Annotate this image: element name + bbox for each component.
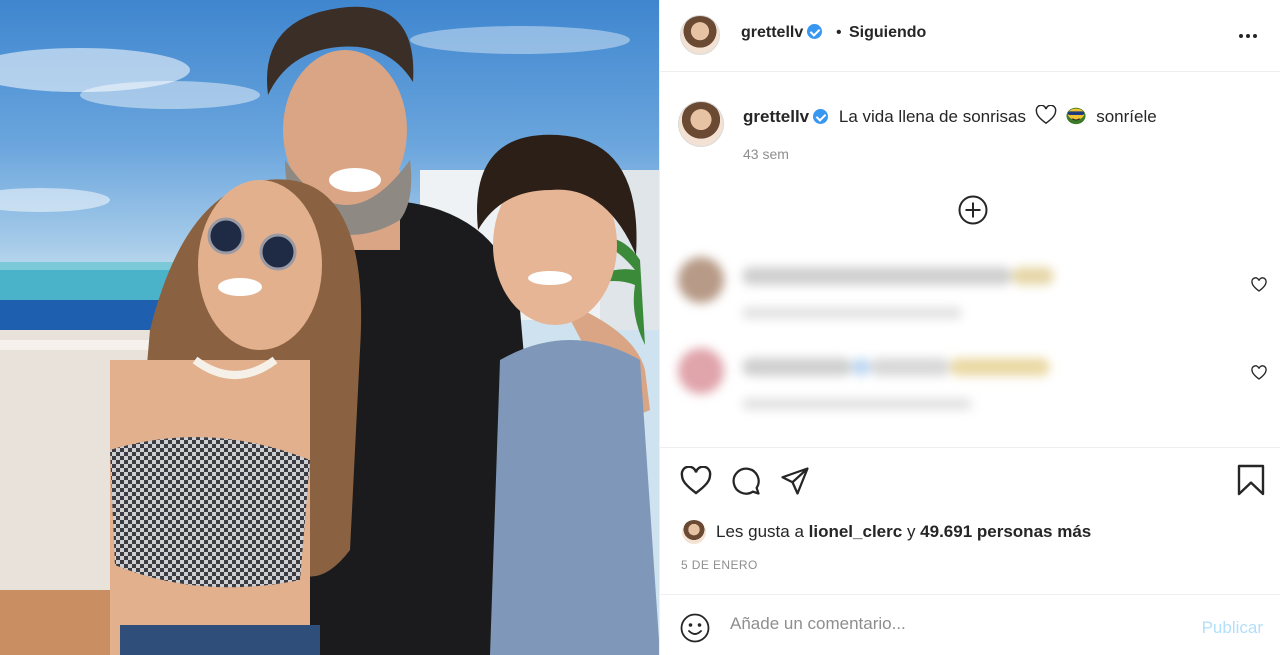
post-date[interactable]: 5 DE ENERO <box>681 558 758 572</box>
author-username[interactable]: grettellv <box>741 24 823 42</box>
author-avatar[interactable] <box>680 15 720 55</box>
blurred-comment-mention <box>852 358 870 376</box>
post-caption: grettellv La vida llena de sonrisas sonr… <box>743 105 1157 128</box>
comment-avatar <box>678 257 724 303</box>
caption-suffix: sonríele <box>1096 107 1157 126</box>
plus-circle-icon[interactable] <box>958 195 988 225</box>
blurred-comment-meta <box>742 307 962 319</box>
author-username-text[interactable]: grettellv <box>741 24 803 41</box>
comment-icon[interactable] <box>730 466 762 496</box>
blurred-comment-text <box>742 267 1012 285</box>
caption-text: La vida llena de sonrisas <box>838 107 1026 126</box>
post-side-panel: grettellv • Siguiendo grettellv La vida … <box>659 0 1280 655</box>
likes-count[interactable]: 49.691 personas más <box>920 522 1091 541</box>
header-separator: • <box>836 24 842 41</box>
add-comment-bar: Publicar <box>660 594 1280 655</box>
more-options-icon[interactable] <box>1239 26 1259 46</box>
liker-avatar[interactable] <box>682 520 706 544</box>
heart-icon[interactable] <box>1251 277 1267 293</box>
verified-badge-icon <box>813 109 829 124</box>
photo-illustration <box>0 6 659 655</box>
publish-button[interactable]: Publicar <box>1202 618 1263 638</box>
comment-input[interactable] <box>730 609 1180 639</box>
likes-prefix: Les gusta a <box>716 522 804 541</box>
heart-icon[interactable] <box>680 466 712 496</box>
liker-username[interactable]: lionel_clerc <box>809 522 903 541</box>
blurred-comment <box>678 257 1268 327</box>
blurred-comment-emoji <box>950 358 1050 376</box>
verified-badge-icon <box>807 24 823 39</box>
white-heart-emoji-icon <box>1035 105 1057 125</box>
blurred-comment-meta <box>742 398 972 410</box>
emoji-icon[interactable] <box>680 613 710 643</box>
blurred-comment <box>678 348 1268 418</box>
comments-area: grettellv La vida llena de sonrisas sonr… <box>660 72 1280 448</box>
blurred-comment-text <box>742 358 852 376</box>
post-header: grettellv • Siguiendo <box>660 0 1280 72</box>
blurred-comment-text <box>870 358 950 376</box>
post-actions <box>660 448 1280 498</box>
likes-text: Les gusta a lionel_clerc y 49.691 person… <box>716 518 1091 546</box>
caption-username[interactable]: grettellv <box>743 107 809 126</box>
blurred-comment-emoji <box>1012 267 1054 285</box>
following-button[interactable]: Siguiendo <box>849 24 926 42</box>
caption-avatar[interactable] <box>678 101 724 147</box>
sunglasses-face-emoji-icon <box>1066 107 1087 125</box>
likes-conjunction: y <box>906 522 916 541</box>
bookmark-icon[interactable] <box>1236 464 1266 496</box>
comment-avatar <box>678 348 724 394</box>
caption-time-ago[interactable]: 43 sem <box>743 146 789 162</box>
post-photo[interactable] <box>0 0 659 655</box>
share-icon[interactable] <box>779 466 811 496</box>
heart-icon[interactable] <box>1251 365 1267 381</box>
